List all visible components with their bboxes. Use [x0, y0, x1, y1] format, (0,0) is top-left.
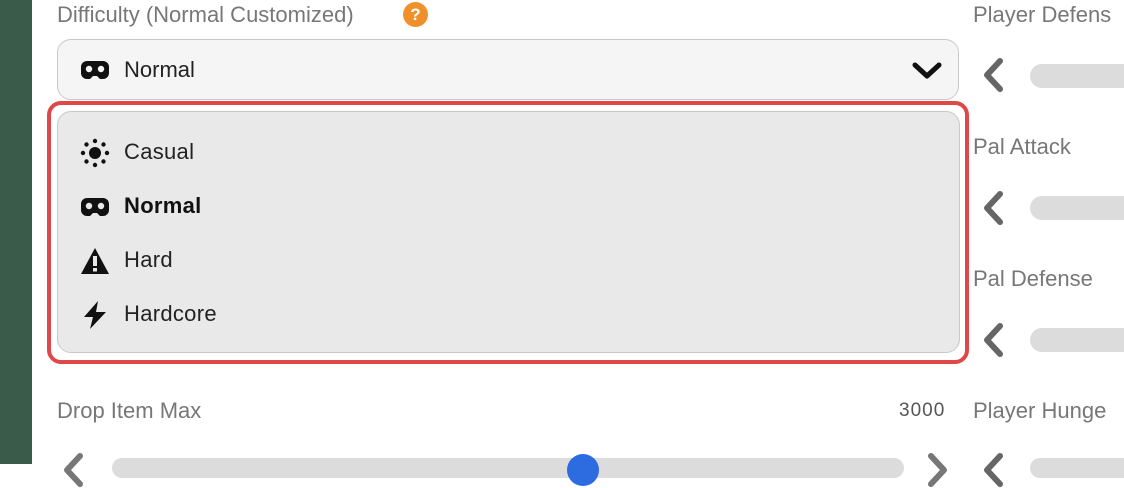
player-hunger-slider[interactable]	[1030, 458, 1124, 478]
sun-icon	[80, 138, 110, 168]
player-hunger-label: Player Hunge	[973, 398, 1107, 423]
drop-item-max-slider[interactable]	[112, 458, 904, 478]
menu-item-label: Hard	[124, 247, 173, 272]
difficulty-dropdown-menu: Casual Normal Hard Hardcore	[57, 111, 960, 353]
sidebar-strip	[0, 0, 32, 464]
warning-icon	[81, 248, 109, 274]
chevron-left-icon[interactable]	[60, 452, 86, 488]
menu-item-hardcore[interactable]: Hardcore	[58, 287, 959, 341]
drop-item-max-value: 3000	[899, 400, 946, 421]
chevron-left-icon[interactable]	[980, 322, 1006, 358]
gamepad-icon	[81, 198, 109, 216]
difficulty-label: Difficulty (Normal Customized)	[57, 2, 354, 27]
drop-item-max-label: Drop Item Max	[57, 398, 202, 423]
slider-thumb[interactable]	[567, 454, 599, 486]
menu-item-label: Hardcore	[124, 301, 217, 326]
player-defense-slider[interactable]	[1030, 64, 1124, 88]
menu-item-casual[interactable]: Casual	[58, 125, 959, 179]
chevron-down-icon	[912, 62, 942, 79]
chevron-left-icon[interactable]	[980, 190, 1006, 226]
player-defense-label: Player Defens	[973, 2, 1112, 27]
gamepad-icon	[81, 61, 109, 79]
chevron-left-icon[interactable]	[980, 452, 1006, 488]
menu-item-label: Casual	[124, 139, 195, 164]
help-icon[interactable]: ?	[403, 2, 428, 27]
menu-item-normal[interactable]: Normal	[58, 179, 959, 233]
menu-item-hard[interactable]: Hard	[58, 233, 959, 287]
lightning-icon	[84, 301, 106, 329]
chevron-right-icon[interactable]	[925, 452, 951, 488]
pal-defense-slider[interactable]	[1030, 328, 1124, 352]
pal-attack-slider[interactable]	[1030, 196, 1124, 220]
chevron-left-icon[interactable]	[980, 57, 1006, 93]
pal-attack-label: Pal Attack	[973, 134, 1071, 159]
pal-defense-label: Pal Defense	[973, 266, 1093, 291]
difficulty-select[interactable]: Normal	[57, 39, 959, 100]
menu-item-label: Normal	[124, 193, 202, 218]
select-value: Normal	[124, 57, 195, 82]
